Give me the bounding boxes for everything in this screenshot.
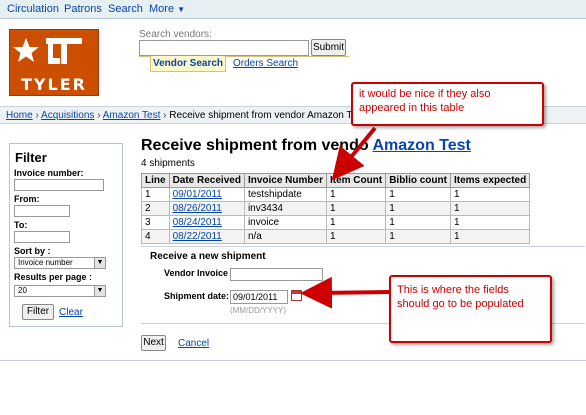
annotation-callout-top: it would be nice if they also appeared i…: [351, 82, 544, 126]
annotation-arrow-top: [331, 126, 377, 181]
annotation-callout-bottom: This is where the fields should go to be…: [389, 275, 552, 343]
annotation-arrow-bottom: [300, 276, 391, 309]
annotation-arrows: [300, 126, 391, 309]
